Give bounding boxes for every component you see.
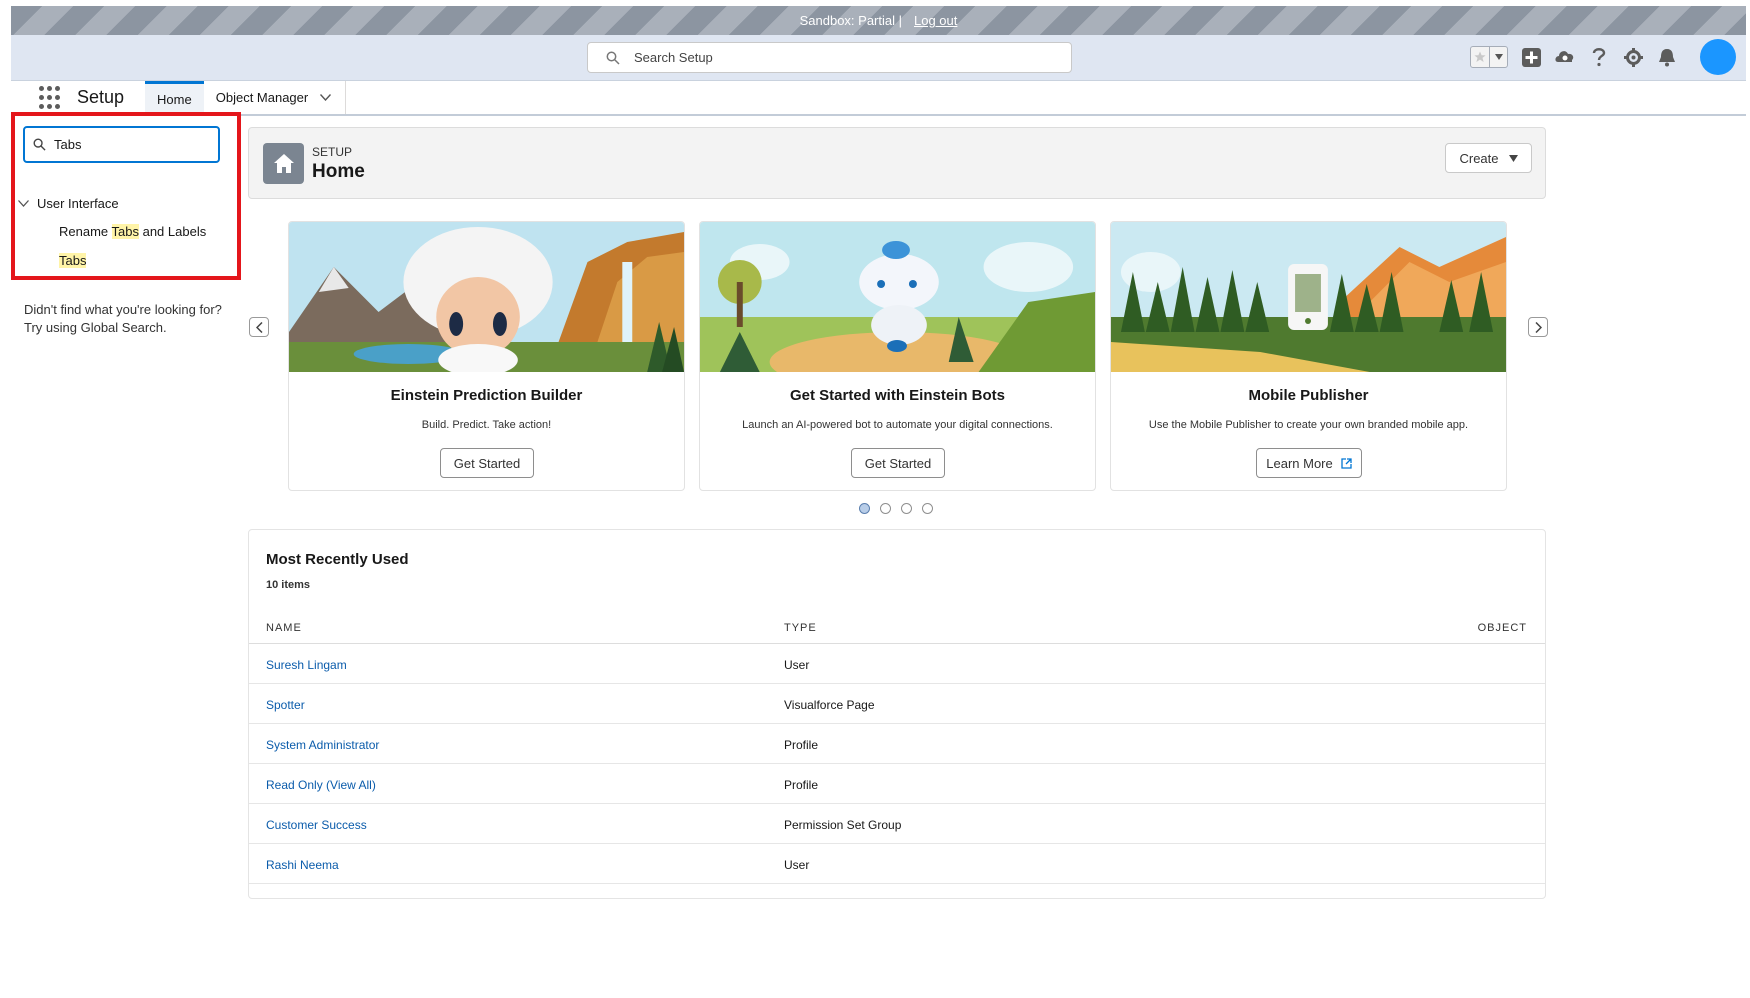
carousel-indicator[interactable] xyxy=(859,503,870,514)
tab-object-manager-label: Object Manager xyxy=(215,90,309,105)
result-highlight: Tabs xyxy=(59,253,87,268)
create-button-label: Create xyxy=(1459,150,1499,166)
record-link[interactable]: Rashi Neema xyxy=(266,858,339,872)
user-avatar[interactable] xyxy=(1700,39,1736,75)
mru-table-header: NAME TYPE OBJECT xyxy=(249,614,1545,644)
tab-home-label: Home xyxy=(157,91,192,107)
chevron-down-icon[interactable] xyxy=(320,94,332,101)
card-title: Mobile Publisher xyxy=(1248,387,1369,404)
carousel-indicator[interactable] xyxy=(880,503,891,514)
button-label: Get Started xyxy=(453,455,521,471)
result-text: and Labels xyxy=(138,224,207,239)
favorites-control[interactable] xyxy=(1470,46,1508,68)
card-title: Get Started with Einstein Bots xyxy=(789,387,1006,404)
mru-title: Most Recently Used xyxy=(266,551,409,568)
learn-more-button[interactable]: Learn More xyxy=(1256,448,1362,478)
einstein-bot-illustration xyxy=(700,222,1095,372)
global-actions-icon[interactable] xyxy=(1520,46,1542,68)
tree-item-tabs[interactable]: Tabs xyxy=(59,253,87,268)
app-launcher-icon[interactable] xyxy=(39,85,63,110)
page-title: Home xyxy=(312,161,365,182)
table-row: Spotter Visualforce Page xyxy=(249,684,1545,724)
chevron-right-icon xyxy=(1534,321,1542,333)
tree-node-label: User Interface xyxy=(37,196,119,211)
result-text: Rename xyxy=(59,224,112,239)
carousel-card-einstein-bots: Get Started with Einstein Bots Launch an… xyxy=(699,221,1096,491)
card-description: Build. Predict. Take action! xyxy=(421,419,552,431)
button-label: Get Started xyxy=(864,455,932,471)
not-found-help: Didn't find what you're looking for? Try… xyxy=(24,301,229,337)
record-link[interactable]: Customer Success xyxy=(266,818,367,832)
column-header-object[interactable]: OBJECT xyxy=(1478,622,1527,634)
most-recently-used-card: Most Recently Used 10 items NAME TYPE OB… xyxy=(248,529,1546,899)
record-link[interactable]: Suresh Lingam xyxy=(266,658,347,672)
record-type: User xyxy=(784,858,810,872)
result-highlight: Tabs xyxy=(111,224,139,239)
get-started-button[interactable]: Get Started xyxy=(851,448,945,478)
global-search-placeholder: Search Setup xyxy=(634,50,713,65)
record-type: Profile xyxy=(784,738,819,752)
external-link-icon xyxy=(1341,457,1352,469)
chevron-left-icon xyxy=(255,321,263,333)
quick-find-box[interactable] xyxy=(23,126,220,163)
gear-icon[interactable] xyxy=(1622,46,1644,68)
create-button[interactable]: Create xyxy=(1445,143,1532,173)
global-search[interactable]: Search Setup xyxy=(587,42,1072,73)
carousel-prev-button[interactable] xyxy=(249,317,269,337)
notifications-bell-icon[interactable] xyxy=(1656,46,1678,68)
record-type: User xyxy=(784,658,810,672)
record-link[interactable]: System Administrator xyxy=(266,738,379,752)
record-link[interactable]: Read Only (View All) xyxy=(266,778,376,792)
einstein-illustration xyxy=(289,222,684,372)
carousel-indicator[interactable] xyxy=(901,503,912,514)
record-type: Visualforce Page xyxy=(784,698,875,712)
favorites-dropdown-icon[interactable] xyxy=(1489,47,1507,67)
context-bar: Setup Home Object Manager xyxy=(11,81,1746,116)
not-found-line: Try using Global Search. xyxy=(24,320,167,335)
home-icon xyxy=(263,143,304,184)
record-link[interactable]: Spotter xyxy=(266,698,305,712)
not-found-line: Didn't find what you're looking for? xyxy=(24,302,222,317)
caret-down-icon xyxy=(1508,154,1518,162)
mobile-publisher-illustration xyxy=(1111,222,1506,372)
card-description: Use the Mobile Publisher to create your … xyxy=(1148,419,1469,431)
page-header: SETUP Home Create xyxy=(248,127,1546,199)
table-row: Customer Success Permission Set Group xyxy=(249,804,1545,844)
get-started-button[interactable]: Get Started xyxy=(440,448,534,478)
table-row: Read Only (View All) Profile xyxy=(249,764,1545,804)
record-type: Permission Set Group xyxy=(784,818,902,832)
table-row: System Administrator Profile xyxy=(249,724,1545,764)
mru-count: 10 items xyxy=(266,579,311,591)
carousel-card-einstein-prediction-builder: Einstein Prediction Builder Build. Predi… xyxy=(288,221,685,491)
search-icon xyxy=(33,138,46,151)
column-header-type[interactable]: TYPE xyxy=(784,622,817,634)
column-header-name[interactable]: NAME xyxy=(266,622,302,634)
button-label: Learn More xyxy=(1266,455,1333,471)
table-row: Rashi Neema User xyxy=(249,844,1545,884)
card-description: Launch an AI-powered bot to automate you… xyxy=(742,419,1053,431)
record-type: Profile xyxy=(784,778,819,792)
chevron-down-icon[interactable] xyxy=(18,200,29,207)
trailhead-icon[interactable] xyxy=(1554,46,1576,68)
search-icon xyxy=(606,51,620,65)
tab-object-manager[interactable]: Object Manager xyxy=(204,81,347,114)
quick-find-input[interactable] xyxy=(54,137,204,152)
star-icon[interactable] xyxy=(1471,47,1489,67)
help-icon[interactable] xyxy=(1588,46,1610,68)
page-header-eyebrow: SETUP xyxy=(312,145,353,159)
tree-item-rename-tabs-and-labels[interactable]: Rename Tabs and Labels xyxy=(59,224,206,239)
logout-link[interactable]: Log out xyxy=(914,13,957,28)
table-row: Suresh Lingam User xyxy=(249,644,1545,684)
tree-node-user-interface[interactable]: User Interface xyxy=(18,196,119,211)
sandbox-label: Sandbox: Partial | xyxy=(799,13,902,28)
tab-home[interactable]: Home xyxy=(145,81,204,114)
carousel-next-button[interactable] xyxy=(1528,317,1548,337)
app-name: Setup xyxy=(77,87,125,107)
carousel-card-mobile-publisher: Mobile Publisher Use the Mobile Publishe… xyxy=(1110,221,1507,491)
carousel-indicators xyxy=(859,503,933,514)
global-header: Search Setup xyxy=(11,35,1746,81)
card-title: Einstein Prediction Builder xyxy=(390,387,583,404)
carousel-indicator[interactable] xyxy=(922,503,933,514)
sandbox-banner: Sandbox: Partial | Log out xyxy=(11,6,1746,35)
